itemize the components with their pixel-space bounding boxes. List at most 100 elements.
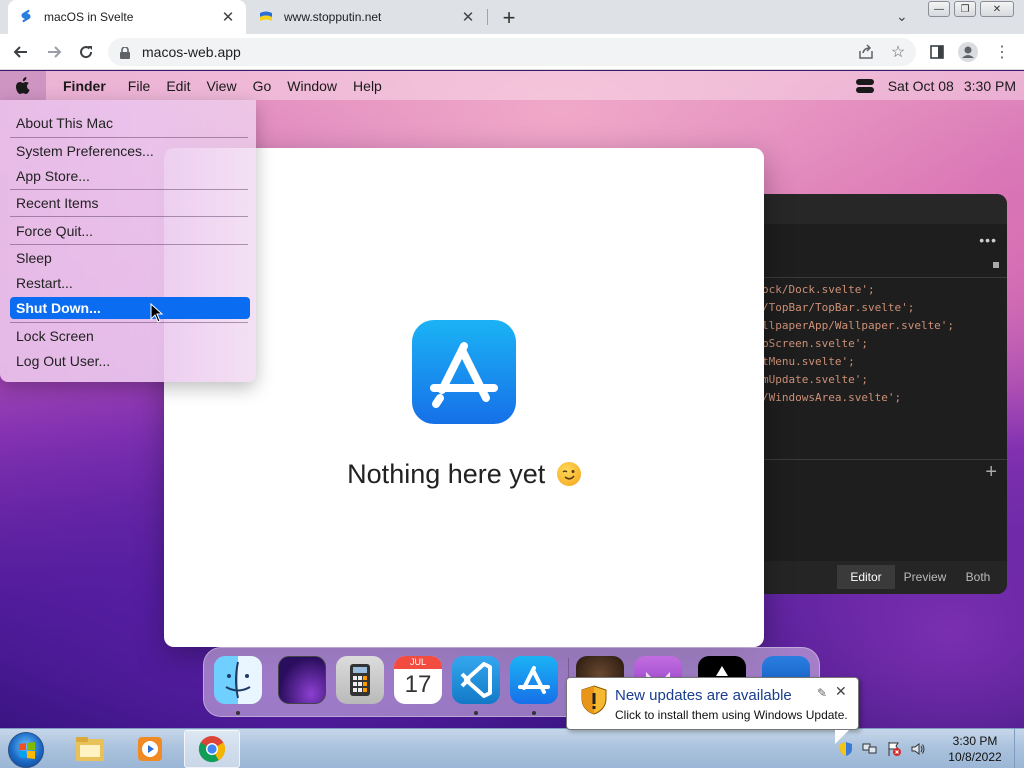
reload-icon[interactable] xyxy=(74,40,98,64)
show-desktop-button[interactable] xyxy=(1014,729,1024,768)
code-line: pScreen.svelte'; xyxy=(764,337,868,350)
browser-tab-strip: macOS in Svelte ✕ www.stopputin.net ✕ + … xyxy=(0,0,1024,34)
wallpapers-icon[interactable] xyxy=(278,656,326,704)
action-center-flag-icon[interactable] xyxy=(886,741,902,757)
notification-title: New updates are available xyxy=(615,687,792,704)
svelte-favicon-icon xyxy=(18,9,34,25)
menu-view[interactable]: View xyxy=(198,71,244,100)
menu-item-sleep[interactable]: Sleep xyxy=(10,247,250,269)
taskbar-clock[interactable]: 3:30 PM 10/8/2022 xyxy=(936,733,1014,765)
control-center-icon[interactable] xyxy=(855,78,874,93)
tab-title: macOS in Svelte xyxy=(44,10,134,24)
chrome-icon[interactable] xyxy=(184,730,240,768)
divider xyxy=(764,277,1007,278)
tab-both[interactable]: Both xyxy=(955,565,1001,589)
tab-close-icon[interactable]: ✕ xyxy=(460,8,476,26)
menu-item-shut-down[interactable]: Shut Down... xyxy=(10,297,250,319)
media-player-icon[interactable] xyxy=(122,730,178,768)
menu-go[interactable]: Go xyxy=(245,71,280,100)
code-editor-window[interactable]: ••• ock/Dock.svelte'; /TopBar/TopBar.sve… xyxy=(764,194,1007,594)
calendar-day: 17 xyxy=(404,671,432,698)
apple-menu-dropdown: About This Mac System Preferences... App… xyxy=(0,100,256,382)
close-window-button[interactable]: ✕ xyxy=(980,1,1014,17)
menu-window[interactable]: Window xyxy=(279,71,345,100)
notification-options-wrench-icon[interactable]: ✎ xyxy=(817,686,827,700)
explorer-icon[interactable] xyxy=(62,730,118,768)
tab-stopputin[interactable]: www.stopputin.net ✕ xyxy=(248,0,486,34)
address-text: macos-web.app xyxy=(142,44,241,60)
notification-text: Click to install them using Windows Upda… xyxy=(615,708,848,722)
tab-divider xyxy=(487,9,488,25)
tab-editor[interactable]: Editor xyxy=(837,565,895,589)
menu-item-force-quit[interactable]: Force Quit... xyxy=(10,220,250,242)
menu-edit[interactable]: Edit xyxy=(158,71,198,100)
menu-item-log-out[interactable]: Log Out User... xyxy=(10,350,250,372)
address-bar[interactable]: macos-web.app xyxy=(108,38,916,66)
running-indicator xyxy=(236,711,240,715)
menu-bar-time[interactable]: 3:30 PM xyxy=(964,78,1016,94)
code-line: llpaperApp/Wallpaper.svelte'; xyxy=(764,319,955,332)
more-dots-icon[interactable]: ••• xyxy=(979,232,997,248)
ukraine-flag-favicon-icon xyxy=(258,9,274,25)
code-line: /TopBar/TopBar.svelte'; xyxy=(764,301,915,314)
vscode-icon[interactable] xyxy=(452,656,500,704)
divider xyxy=(764,459,1007,460)
mac-menu-bar: Finder File Edit View Go Window Help Sat… xyxy=(0,71,1024,100)
lock-icon xyxy=(120,46,130,59)
calendar-month: JUL xyxy=(394,656,442,669)
clock-date: 10/8/2022 xyxy=(948,750,1002,764)
menu-bar-date[interactable]: Sat Oct 08 xyxy=(888,78,954,94)
appstore-icon[interactable] xyxy=(510,656,558,704)
security-shield-icon xyxy=(581,685,607,715)
menu-app-name[interactable]: Finder xyxy=(46,71,120,100)
menu-item-app-store[interactable]: App Store... xyxy=(10,165,250,187)
clock-time: 3:30 PM xyxy=(952,734,998,748)
finder-icon[interactable] xyxy=(214,656,262,704)
running-indicator xyxy=(474,711,478,715)
calculator-icon[interactable] xyxy=(336,656,384,704)
restore-window-button[interactable]: ❐ xyxy=(954,1,976,17)
windows-update-notification[interactable]: New updates are available Click to insta… xyxy=(566,677,859,744)
menu-item-about-this-mac[interactable]: About This Mac xyxy=(10,112,250,134)
mouse-pointer-icon xyxy=(150,302,164,323)
bookmark-star-icon[interactable]: ☆ xyxy=(888,42,908,62)
minimize-window-button[interactable]: — xyxy=(928,1,950,17)
running-indicator xyxy=(532,711,536,715)
volume-icon[interactable] xyxy=(910,741,926,757)
share-icon[interactable] xyxy=(856,42,876,62)
browser-toolbar: macos-web.app ☆ ⋮ xyxy=(0,34,1024,70)
profile-avatar-icon[interactable] xyxy=(958,42,978,62)
network-icon[interactable] xyxy=(862,741,878,757)
windows-start-icon[interactable] xyxy=(8,732,44,768)
more-options-icon[interactable]: ⋮ xyxy=(992,42,1012,62)
apple-logo-icon[interactable] xyxy=(0,71,46,100)
side-panel-icon[interactable] xyxy=(927,42,947,62)
code-line: tMenu.svelte'; xyxy=(764,355,855,368)
menu-item-system-preferences[interactable]: System Preferences... xyxy=(10,140,250,162)
menu-separator xyxy=(10,189,248,190)
tab-preview[interactable]: Preview xyxy=(895,565,955,589)
menu-item-lock-screen[interactable]: Lock Screen xyxy=(10,325,250,347)
menu-separator xyxy=(10,244,248,245)
menu-item-restart[interactable]: Restart... xyxy=(10,272,250,294)
add-plus-icon[interactable]: + xyxy=(985,461,997,484)
macos-desktop: ••• ock/Dock.svelte'; /TopBar/TopBar.sve… xyxy=(0,71,1024,728)
tab-close-icon[interactable]: ✕ xyxy=(220,8,236,26)
menu-file[interactable]: File xyxy=(120,71,159,100)
tab-macos-in-svelte[interactable]: macOS in Svelte ✕ xyxy=(8,0,246,34)
editor-titlebar xyxy=(764,194,1007,224)
menu-item-recent-items[interactable]: Recent Items xyxy=(10,192,250,214)
code-line: ock/Dock.svelte'; xyxy=(764,283,875,296)
tab-title: www.stopputin.net xyxy=(284,10,382,24)
new-tab-plus-icon[interactable]: + xyxy=(498,5,520,31)
tab-search-chevron-icon[interactable]: ⌄ xyxy=(896,8,908,25)
code-line: mUpdate.svelte'; xyxy=(764,373,868,386)
calendar-icon[interactable]: JUL 17 xyxy=(394,656,442,704)
menu-help[interactable]: Help xyxy=(345,71,390,100)
notification-close-icon[interactable]: ✕ xyxy=(835,683,847,700)
editor-scrollbar-thumb[interactable] xyxy=(993,262,999,268)
forward-arrow-icon[interactable] xyxy=(42,40,66,64)
winking-face-emoji-icon xyxy=(556,462,581,486)
back-arrow-icon[interactable] xyxy=(9,40,33,64)
empty-state-message: Nothing here yet xyxy=(164,459,764,490)
